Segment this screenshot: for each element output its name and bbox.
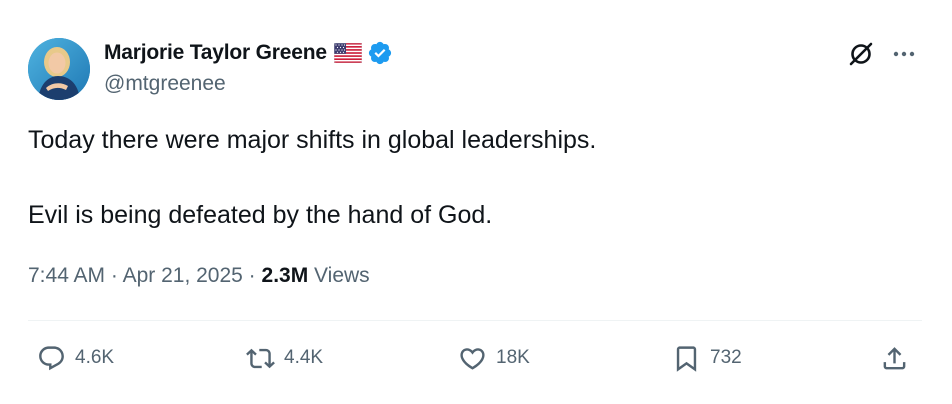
share-icon: [883, 346, 906, 369]
bookmark-count: 732: [710, 347, 742, 368]
us-flag-icon: [333, 42, 363, 64]
verified-badge-icon: [367, 40, 393, 66]
heart-icon: [460, 347, 485, 370]
author-handle[interactable]: @mtgreenee: [104, 72, 226, 96]
reply-count: 4.6K: [75, 347, 115, 368]
author-display-name[interactable]: Marjorie Taylor Greene: [104, 41, 327, 65]
tweet-meta: 7:44 AM · Apr 21, 2025 · 2.3M Views: [28, 264, 370, 288]
meta-separator: ·: [105, 264, 123, 287]
bookmark-icon: [676, 345, 697, 372]
author-name-row: Marjorie Taylor Greene: [104, 40, 393, 66]
meta-separator: ·: [242, 264, 262, 287]
tweet-text-line-2: Evil is being defeated by the hand of Go…: [28, 201, 493, 229]
tweet-date[interactable]: Apr 21, 2025: [123, 264, 243, 287]
tweet-card: Marjorie Taylor Greene @mtgreenee Today …: [0, 0, 952, 404]
bookmark-button[interactable]: 732: [672, 342, 742, 374]
share-button[interactable]: [880, 342, 909, 374]
avatar-image: [28, 38, 90, 100]
like-count: 18K: [496, 347, 530, 368]
repost-count: 4.4K: [284, 347, 324, 368]
tweet-time[interactable]: 7:44 AM: [28, 264, 105, 287]
like-button[interactable]: 18K: [458, 342, 530, 374]
views-count[interactable]: 2.3M: [262, 264, 309, 287]
avatar[interactable]: [28, 38, 90, 100]
repost-icon: [246, 348, 275, 368]
views-label: Views: [308, 264, 370, 287]
more-options-icon[interactable]: [890, 40, 918, 68]
divider: [28, 320, 922, 321]
reply-icon: [39, 345, 64, 370]
grok-icon[interactable]: [846, 39, 876, 69]
tweet-text-line-1: Today there were major shifts in global …: [28, 126, 597, 154]
reply-button[interactable]: 4.6K: [37, 342, 114, 374]
repost-button[interactable]: 4.4K: [246, 342, 323, 374]
